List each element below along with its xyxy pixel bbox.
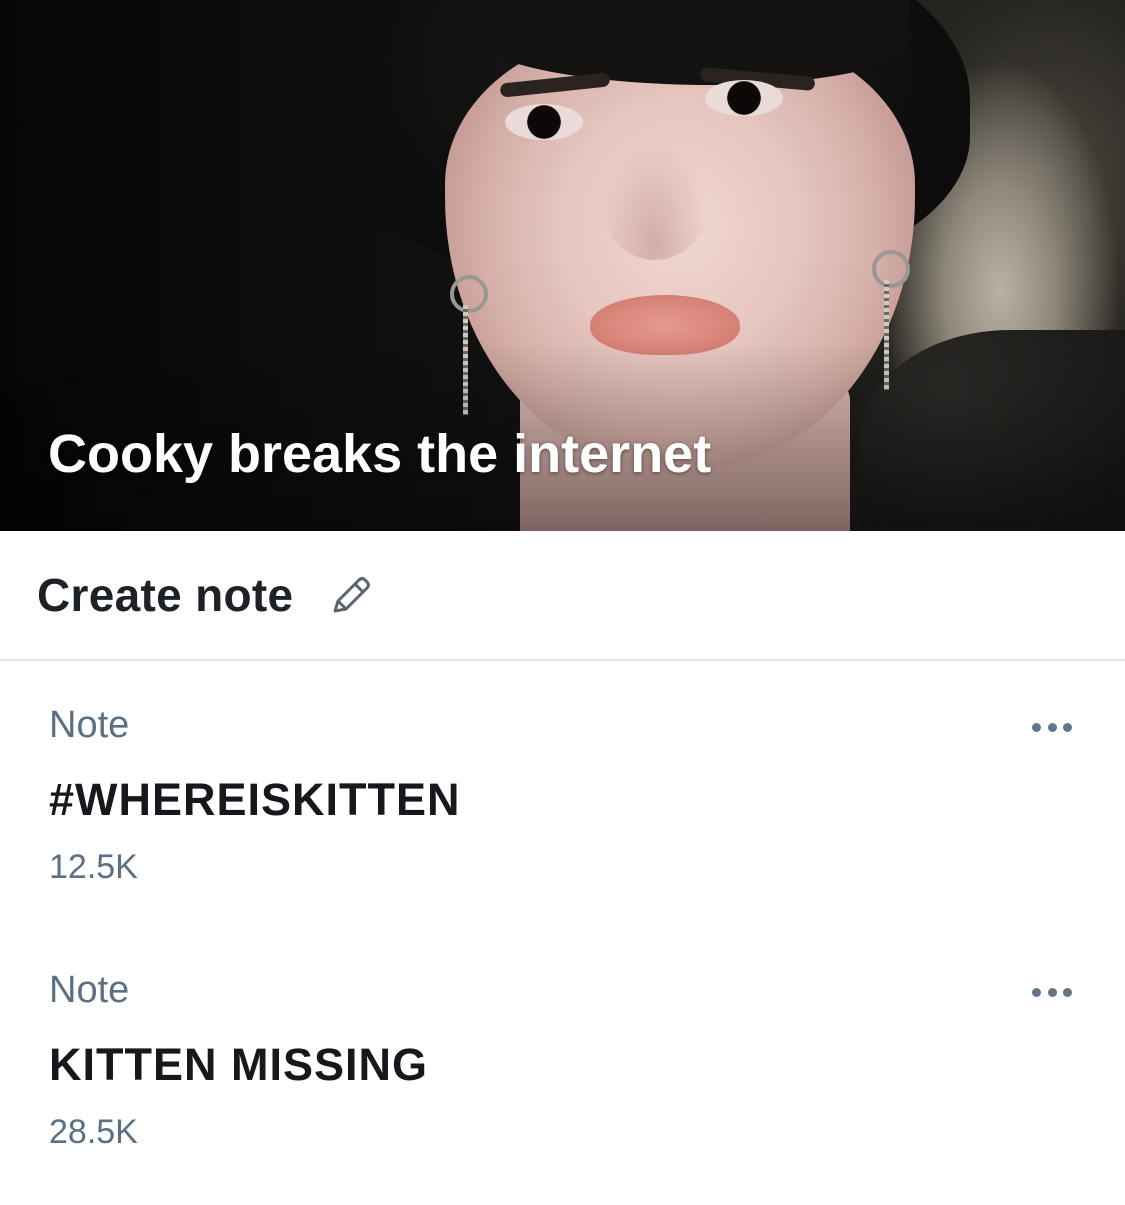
header-title: Cooky breaks the internet (48, 424, 712, 484)
page: Cooky breaks the internet Create note No… (0, 0, 1125, 1205)
more-options-icon[interactable] (1024, 977, 1080, 1007)
note-title[interactable]: #WHEREISKITTEN (49, 774, 461, 826)
create-note-label: Create note (37, 569, 294, 621)
photo-right-earring (872, 250, 910, 288)
photo-nose-shape (600, 140, 710, 260)
photo-right-eye (705, 80, 783, 116)
note-item[interactable]: Note KITTEN MISSING 28.5K (0, 955, 1125, 1185)
pencil-icon[interactable] (327, 571, 375, 619)
create-note-button[interactable]: Create note (0, 531, 1125, 661)
more-options-icon[interactable] (1024, 712, 1080, 742)
note-type-label: Note (49, 704, 130, 746)
note-title[interactable]: KITTEN MISSING (49, 1039, 428, 1091)
note-count: 28.5K (49, 1113, 138, 1151)
note-count: 12.5K (49, 848, 138, 886)
photo-left-earring (450, 275, 488, 313)
header-photo[interactable]: Cooky breaks the internet (0, 0, 1125, 531)
note-type-label: Note (49, 969, 130, 1011)
note-item[interactable]: Note #WHEREISKITTEN 12.5K (0, 690, 1125, 920)
photo-left-eye (505, 104, 583, 140)
